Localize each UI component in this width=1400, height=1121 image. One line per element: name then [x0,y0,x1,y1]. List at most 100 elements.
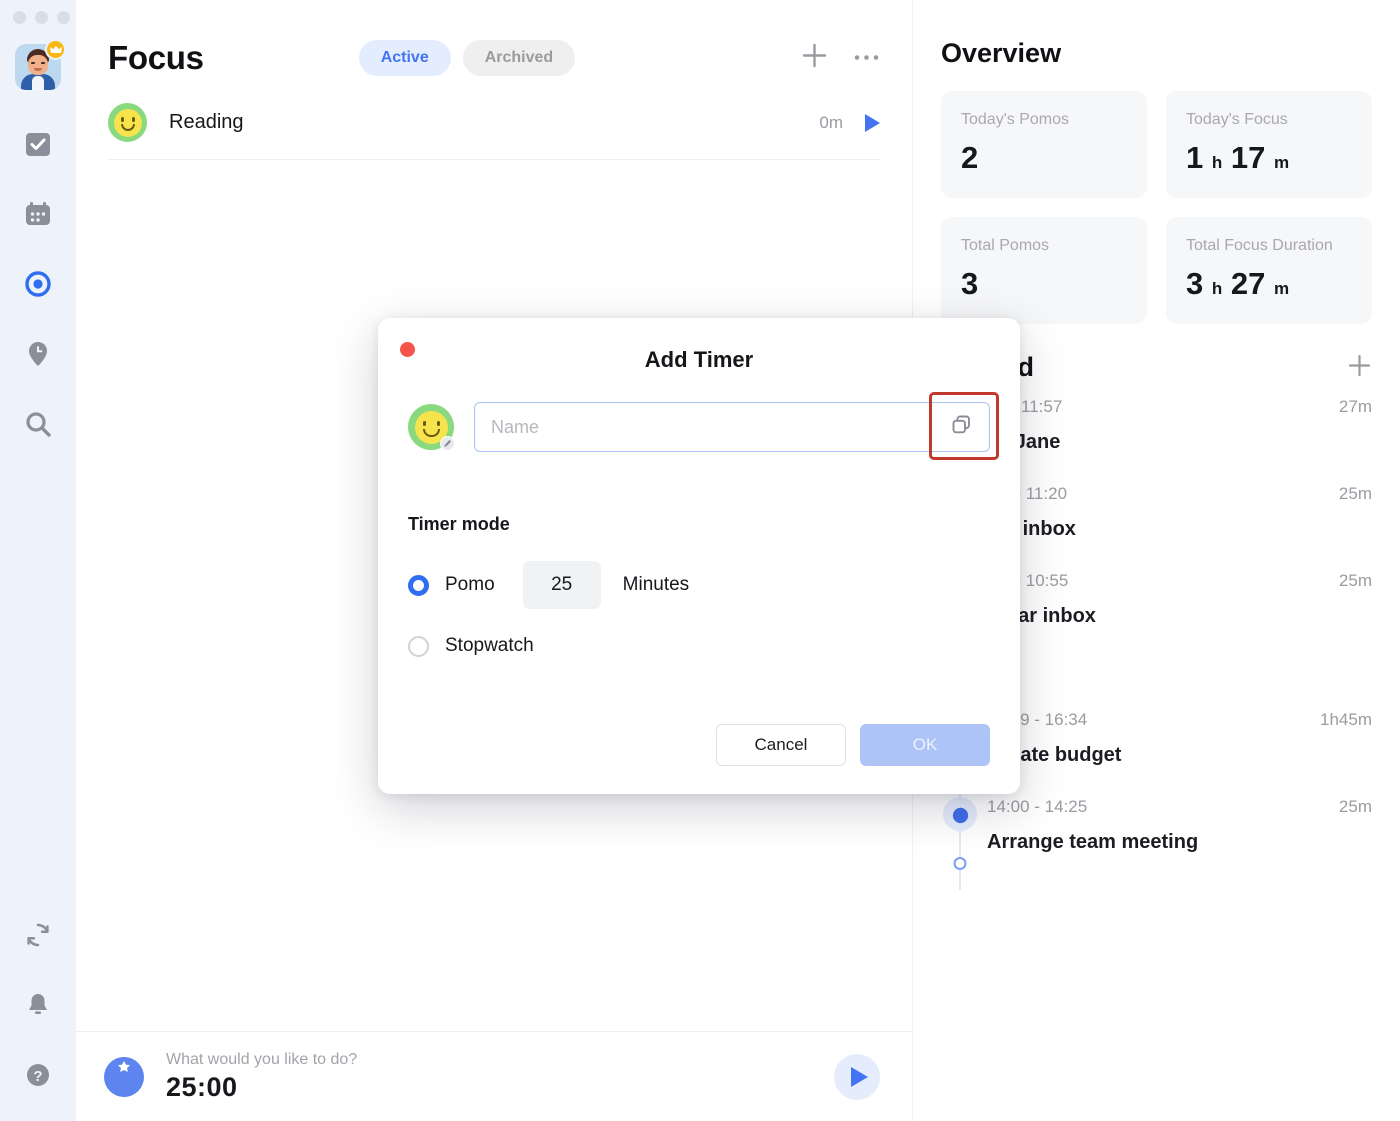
stat-value: 2 [961,140,979,175]
pencil-icon [440,436,455,451]
start-timer-button[interactable] [834,1053,880,1100]
sync-icon [25,922,51,953]
page-title: Focus [108,39,204,76]
record-task: Clear inbox [987,605,1096,627]
svg-text:?: ? [33,1068,42,1085]
radio-stopwatch[interactable] [408,635,429,657]
radio-pomo[interactable] [408,574,429,596]
timer-mode-pomo-row: Pomo 25 Minutes [408,561,990,609]
dialog-body: Timer mode Pomo 25 Minutes Stopwatch [378,392,1020,657]
window-zoom-button[interactable] [57,11,70,24]
timer-emoji-picker[interactable] [408,404,455,451]
pomo-icon [104,1056,144,1097]
record-task: Arrange team meeting [987,831,1199,853]
duplicate-icon [951,414,972,440]
dialog-header: Add Timer [378,318,1020,402]
window-minimize-button[interactable] [35,11,48,24]
record-task: all Jane [987,431,1061,453]
stat-card-todays-focus: Today's Focus 1 h 17 m [1166,91,1372,198]
stat-label: Today's Focus [1186,111,1288,128]
stat-unit: h [1211,153,1223,172]
overview-title: Overview [941,38,1062,68]
stat-label: Today's Pomos [961,111,1069,128]
minutes-unit-label: Minutes [622,574,690,595]
stat-value: 3 [1186,266,1204,301]
search-icon [24,410,52,443]
window-close-button[interactable] [13,11,26,24]
stat-value: 1 [1186,140,1204,175]
play-icon [850,1066,868,1087]
focus-item-name: Reading [169,111,244,133]
main-header: Focus Active Archived [76,0,912,86]
timer-name-input[interactable] [474,402,990,452]
sidebar-item-search[interactable] [16,404,60,448]
stat-card-todays-pomos: Today's Pomos 2 [941,91,1147,198]
crown-icon [45,39,66,60]
sidebar-item-sync[interactable] [16,915,60,959]
add-record-button[interactable] [1347,353,1372,383]
bell-icon [25,992,51,1023]
tab-active[interactable]: Active [358,40,451,76]
tasks-check-icon [24,130,52,163]
stat-card-total-pomos: Total Pomos 3 [941,217,1147,324]
stat-card-total-focus-duration: Total Focus Duration 3 h 27 m [1166,217,1372,324]
timer-prompt: What would you like to do? [166,1050,358,1068]
bottom-timer-bar: What would you like to do? 25:00 [76,1031,912,1121]
avatar[interactable] [15,39,66,90]
focus-item-duration: 0m [819,112,843,132]
help-icon: ? [25,1062,51,1093]
record-task: ear inbox [987,518,1076,540]
smiley-emoji [108,103,147,142]
timer-countdown: 25:00 [166,1071,238,1102]
sidebar-item-habit[interactable] [16,334,60,378]
sidebar-item-notifications[interactable] [16,985,60,1029]
calendar-icon [24,200,52,233]
pomo-icon [943,797,977,831]
timer-mode-label: Timer mode [408,514,510,534]
more-icon [853,49,880,67]
tab-archived[interactable]: Archived [462,40,576,76]
list-item[interactable]: Reading 0m [108,86,880,160]
pomo-minutes-input[interactable]: 25 [522,561,601,609]
record-duration: 25m [1338,484,1372,503]
window-traffic-lights [0,0,76,24]
plus-icon [801,42,828,74]
record-duration: 1h45m [1320,710,1372,729]
radio-stopwatch-label: Stopwatch [445,635,534,656]
duplicate-timer-button[interactable] [933,403,989,451]
record-task-marker [953,857,967,870]
record-time: 14:00 - 14:25 [987,797,1088,816]
stat-value: 3 [961,266,979,301]
stat-unit-2: m [1274,153,1290,172]
add-timer-dialog: Add Timer Name Timer mode Pomo 25 Minute… [378,318,1020,794]
close-dot-icon[interactable] [400,342,415,357]
cancel-button[interactable]: Cancel [716,724,846,766]
play-icon[interactable] [865,113,880,132]
record-task: Create budget [987,744,1122,766]
sidebar-item-help[interactable]: ? [16,1055,60,1099]
radio-pomo-label: Pomo [445,574,495,595]
stat-unit: h [1211,279,1223,298]
stat-value-2: 17 [1230,140,1266,175]
stat-label: Total Focus Duration [1186,237,1333,254]
sidebar-item-focus[interactable] [16,264,60,308]
record-item[interactable]: 14:00 - 14:25 25m Arrange team meeting [941,797,1372,890]
plus-icon [1347,354,1372,382]
dialog-footer: Cancel OK [716,724,990,766]
stat-label: Total Pomos [961,237,1050,254]
stat-value-2: 27 [1230,266,1266,301]
view-tabs: Active Archived [358,40,576,76]
focus-list: Reading 0m [76,86,912,160]
record-duration: 25m [1338,571,1372,590]
add-timer-button[interactable] [801,42,828,74]
ok-button[interactable]: OK [860,724,990,766]
left-sidebar: ? [0,0,76,1121]
sidebar-item-calendar[interactable] [16,194,60,238]
record-duration: 25m [1338,797,1372,816]
sidebar-item-tasks[interactable] [16,124,60,168]
dialog-title: Add Timer [644,347,754,372]
more-options-button[interactable] [853,49,880,67]
overview-stats: Today's Pomos 2 Today's Focus 1 h 17 m T… [913,69,1400,324]
focus-target-icon [23,269,53,304]
stat-unit-2: m [1274,279,1290,298]
